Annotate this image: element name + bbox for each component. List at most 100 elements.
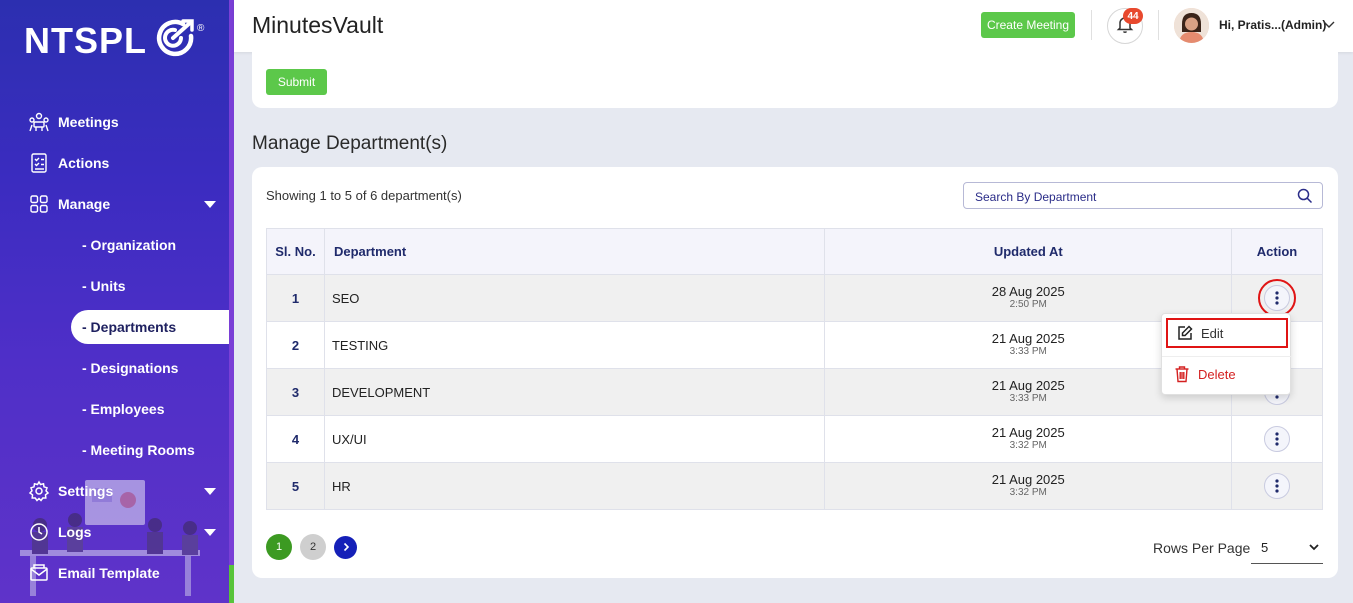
envelope-icon [28,562,50,584]
delete-menu-item[interactable]: Delete [1174,365,1236,383]
kebab-icon [1275,479,1279,493]
sidebar-edge-accent [229,565,234,603]
cell-department: UX/UI [323,415,826,463]
sidebar-subitem-meeting-rooms[interactable]: - Meeting Rooms [82,442,195,458]
updated-date: 21 Aug 2025 [991,472,1065,487]
column-header-action: Action [1231,228,1323,275]
cell-department: DEVELOPMENT [323,368,826,416]
sidebar-item-email-template[interactable]: Email Template [28,562,160,584]
next-page-button[interactable] [334,535,357,559]
sidebar-subitem-employees[interactable]: - Employees [82,401,164,417]
cell-sl-no: 4 [266,415,325,463]
edit-menu-item[interactable]: Edit [1166,318,1288,348]
delete-label: Delete [1198,366,1236,382]
brand-logo[interactable]: NTSPL ® [24,18,206,63]
updated-time: 3:32 PM [1009,440,1047,451]
cell-sl-no: 3 [266,368,325,416]
grid-icon [28,193,50,215]
updated-date: 28 Aug 2025 [991,284,1065,299]
sidebar-item-label: Email Template [58,565,160,581]
page-button-2[interactable]: 2 [300,534,326,560]
gear-icon [28,480,50,502]
cell-department: HR [323,462,826,510]
avatar[interactable] [1174,8,1209,43]
cell-action [1231,462,1323,510]
updated-time: 3:32 PM [1009,487,1047,498]
sidebar-item-manage[interactable]: Manage [28,193,110,215]
edit-label: Edit [1201,325,1224,341]
table-row: 4 UX/UI 21 Aug 2025 3:32 PM [266,415,1323,463]
sidebar-item-label: Settings [58,483,114,499]
chevron-down-icon[interactable] [1322,17,1336,36]
cell-department: TESTING [323,321,826,369]
divider [1091,10,1092,40]
menu-divider [1162,356,1292,357]
row-actions-button[interactable] [1264,473,1291,499]
registered-mark: ® [197,23,205,34]
meetings-icon [28,111,50,133]
checklist-icon [28,152,50,174]
results-summary: Showing 1 to 5 of 6 department(s) [266,188,462,203]
cell-updated-at: 21 Aug 2025 3:32 PM [824,462,1233,510]
sidebar-item-label: Logs [58,524,92,540]
row-action-menu: Edit Delete [1161,313,1292,395]
cell-sl-no: 2 [266,321,325,369]
page-button-1[interactable]: 1 [266,534,292,560]
updated-date: 21 Aug 2025 [991,425,1065,440]
clock-icon [28,521,50,543]
sidebar-item-actions[interactable]: Actions [28,152,109,174]
logo-mark-icon [153,18,199,63]
user-greeting[interactable]: Hi, Pratis...(Admin) [1219,18,1326,32]
manage-expand-caret-icon[interactable] [204,201,216,208]
rows-per-page-label: Rows Per Page [1153,540,1251,556]
cell-updated-at: 21 Aug 2025 3:32 PM [824,415,1233,463]
pagination: 1 2 [266,534,365,560]
sidebar-item-logs[interactable]: Logs [28,521,91,543]
notification-count-badge: 44 [1123,8,1143,24]
column-header-sl-no: Sl. No. [266,228,325,275]
column-header-updated-at: Updated At [824,228,1233,275]
search-input[interactable]: Search By Department [963,182,1323,209]
chevron-down-icon [1309,544,1319,551]
submit-button[interactable]: Submit [266,69,327,95]
divider [1158,10,1159,40]
cell-sl-no: 5 [266,462,325,510]
kebab-icon [1275,432,1279,446]
chevron-right-icon [343,542,349,552]
sidebar: NTSPL ® Meetings Actions Manage - Organi… [0,0,229,603]
sidebar-subitem-organization[interactable]: - Organization [82,237,176,253]
table-row: 5 HR 21 Aug 2025 3:32 PM [266,462,1323,510]
app-title: MinutesVault [252,12,384,38]
top-header: MinutesVault Create Meeting 44 Hi, Prati… [234,0,1353,52]
settings-expand-caret-icon[interactable] [204,488,216,495]
sidebar-item-label: Actions [58,155,110,171]
row-actions-button[interactable] [1258,279,1297,317]
trash-icon [1174,365,1190,383]
updated-time: 2:50 PM [1009,299,1047,310]
logo-text: NTSPL [24,19,148,61]
form-card: Submit [252,52,1338,108]
table-header-row: Sl. No. Department Updated At Action [266,228,1323,275]
page-title: Manage Department(s) [252,133,448,154]
sidebar-subitem-designations[interactable]: - Designations [82,360,178,376]
sidebar-item-settings[interactable]: Settings [28,480,113,502]
sidebar-subitem-units[interactable]: - Units [82,278,126,294]
logs-expand-caret-icon[interactable] [204,529,216,536]
cell-action [1231,415,1323,463]
search-placeholder: Search By Department [975,190,1097,204]
create-meeting-button[interactable]: Create Meeting [981,12,1075,38]
sidebar-edge [229,0,234,603]
row-actions-button[interactable] [1264,426,1291,452]
sidebar-item-label: Meetings [58,114,119,130]
kebab-icon [1275,291,1279,305]
rows-per-page-select[interactable]: 5 [1251,531,1323,564]
column-header-department: Department [323,228,826,275]
search-icon[interactable] [1297,188,1313,209]
cell-department: SEO [323,274,826,322]
edit-icon [1176,324,1194,342]
sidebar-item-meetings[interactable]: Meetings [28,111,119,133]
rows-per-page-value: 5 [1261,539,1269,555]
sidebar-subitem-departments[interactable]: - Departments [82,319,176,335]
cell-sl-no: 1 [266,274,325,322]
sidebar-item-label: Manage [58,196,111,212]
